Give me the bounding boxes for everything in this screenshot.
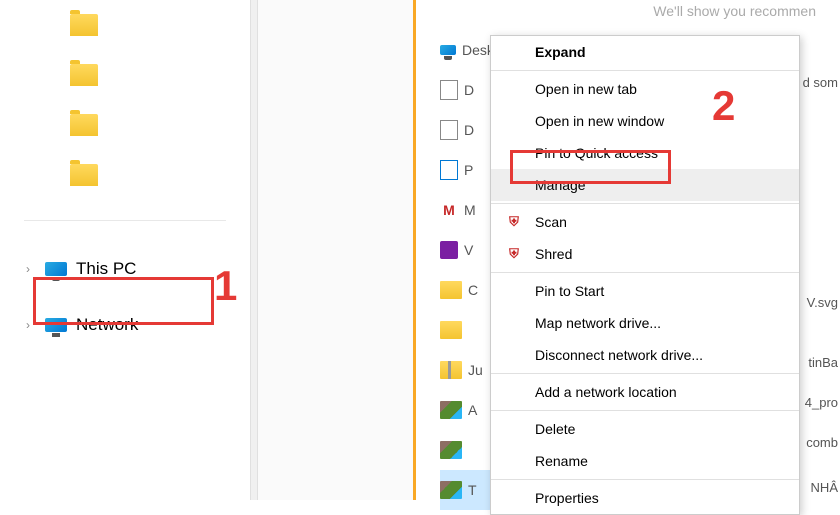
context-menu: Expand Open in new tab Open in new windo… bbox=[490, 35, 800, 515]
zip-folder-icon bbox=[440, 361, 462, 379]
menu-separator bbox=[491, 410, 799, 411]
partial-text: V.svg bbox=[807, 295, 838, 310]
chevron-right-icon: › bbox=[20, 262, 36, 276]
annotation-number-1: 1 bbox=[214, 262, 237, 310]
menu-shred[interactable]: ⛨Shred bbox=[491, 238, 799, 270]
folder-icon bbox=[70, 114, 98, 136]
partial-text: NHÂ bbox=[811, 480, 838, 495]
menu-rename[interactable]: Rename bbox=[491, 445, 799, 477]
sidebar-divider bbox=[24, 220, 226, 221]
menu-separator bbox=[491, 203, 799, 204]
menu-map-drive[interactable]: Map network drive... bbox=[491, 307, 799, 339]
monitor-icon bbox=[45, 262, 67, 276]
partial-text: comb bbox=[806, 435, 838, 450]
navigation-panel: › This PC › Network bbox=[0, 0, 250, 500]
nav-network[interactable]: › Network bbox=[0, 309, 250, 341]
folder-icon bbox=[440, 281, 462, 299]
menu-pin-start[interactable]: Pin to Start bbox=[491, 275, 799, 307]
partial-text: tinBa bbox=[808, 355, 838, 370]
menu-pin-quick-access[interactable]: Pin to Quick access bbox=[491, 137, 799, 169]
nav-this-pc[interactable]: › This PC bbox=[0, 253, 250, 285]
nav-label: Network bbox=[76, 315, 138, 335]
partial-text: 4_pro bbox=[805, 395, 838, 410]
file-icon bbox=[440, 160, 458, 180]
menu-separator bbox=[491, 373, 799, 374]
menu-properties[interactable]: Properties bbox=[491, 482, 799, 514]
folder-shortcut[interactable] bbox=[70, 50, 190, 100]
panel-border bbox=[250, 0, 258, 500]
menu-separator bbox=[491, 70, 799, 71]
partial-text: d som bbox=[803, 75, 838, 90]
folder-icon bbox=[70, 164, 98, 186]
folder-shortcut[interactable] bbox=[70, 150, 190, 200]
mcafee-icon: ⛨ bbox=[509, 246, 519, 262]
network-icon bbox=[45, 318, 67, 332]
image-thumb-icon bbox=[440, 441, 462, 459]
file-icon bbox=[440, 80, 458, 100]
image-thumb-icon bbox=[440, 481, 462, 499]
image-thumb-icon bbox=[440, 401, 462, 419]
folder-icon bbox=[70, 64, 98, 86]
nav-label: This PC bbox=[76, 259, 136, 279]
hint-text: We'll show you recommen bbox=[653, 3, 816, 19]
menu-separator bbox=[491, 479, 799, 480]
menu-expand[interactable]: Expand bbox=[491, 36, 799, 68]
menu-disconnect-drive[interactable]: Disconnect network drive... bbox=[491, 339, 799, 371]
middle-panel bbox=[258, 0, 413, 500]
folder-icon bbox=[70, 14, 98, 36]
annotation-number-2: 2 bbox=[712, 82, 735, 130]
app-icon bbox=[440, 241, 458, 259]
folder-shortcut[interactable] bbox=[70, 100, 190, 150]
menu-open-new-tab[interactable]: Open in new tab bbox=[491, 73, 799, 105]
menu-scan[interactable]: ⛨Scan bbox=[491, 206, 799, 238]
mcafee-icon: ⛨ bbox=[509, 214, 519, 230]
menu-open-new-window[interactable]: Open in new window bbox=[491, 105, 799, 137]
menu-manage[interactable]: Manage bbox=[491, 169, 799, 201]
folder-shortcut[interactable] bbox=[70, 0, 190, 50]
menu-delete[interactable]: Delete bbox=[491, 413, 799, 445]
menu-separator bbox=[491, 272, 799, 273]
monitor-icon bbox=[440, 45, 456, 55]
folder-shortcuts bbox=[0, 0, 250, 210]
chevron-right-icon: › bbox=[20, 318, 36, 332]
file-icon bbox=[440, 120, 458, 140]
mcafee-icon: M bbox=[440, 200, 458, 220]
folder-icon bbox=[440, 321, 462, 339]
menu-add-network-location[interactable]: Add a network location bbox=[491, 376, 799, 408]
